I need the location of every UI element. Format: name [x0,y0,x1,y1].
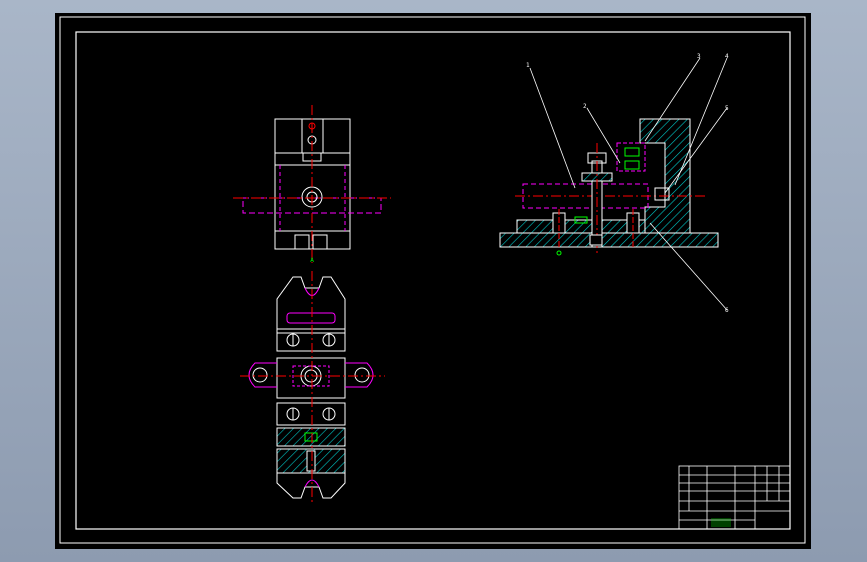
outer-frame [59,16,806,544]
balloon-1: 1 [526,62,530,69]
balloon-2: 2 [583,103,587,110]
cad-drawing: A 1 2 3 4 5 6 [59,16,806,544]
balloon-6: 6 [725,307,729,314]
top-view [240,271,385,505]
front-view-note: A [310,257,314,264]
balloon-4: 4 [725,53,729,60]
front-view: A [233,105,391,264]
title-block [678,465,791,530]
section-view [499,57,728,311]
inner-frame [75,31,791,530]
balloon-3: 3 [697,53,701,60]
drawing-sheet: A 1 2 3 4 5 6 [55,13,811,549]
balloon-5: 5 [725,105,729,112]
